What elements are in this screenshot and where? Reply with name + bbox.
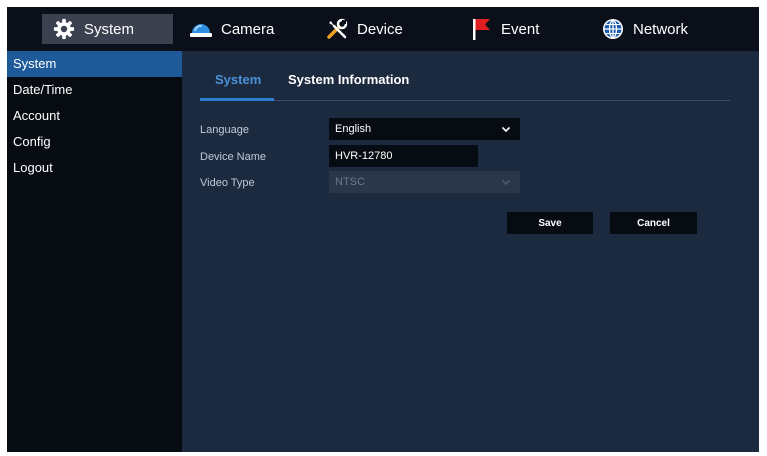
app-window: System Camera Device Event Network Syste… (7, 7, 759, 452)
sidebar-item-account[interactable]: Account (7, 103, 182, 129)
globe-icon (601, 17, 625, 41)
nav-label: Network (633, 20, 689, 38)
tab-system-information[interactable]: System Information (288, 67, 409, 93)
cancel-button[interactable]: Cancel (610, 212, 697, 234)
main-panel: System System Information Language Engli… (182, 51, 759, 452)
chevron-down-icon (500, 176, 512, 188)
language-select[interactable]: English (329, 118, 520, 140)
nav-system[interactable]: System (42, 14, 173, 44)
tools-icon (325, 17, 349, 41)
nav-label: Camera (221, 20, 275, 38)
sidebar-item-config[interactable]: Config (7, 129, 182, 155)
save-button[interactable]: Save (507, 212, 593, 234)
language-label: Language (200, 124, 249, 136)
sidebar-item-system[interactable]: System (7, 51, 182, 77)
tab-system[interactable]: System (215, 67, 261, 93)
nav-label: Device (357, 20, 403, 38)
nav-label: Event (501, 20, 540, 38)
sidebar-item-logout[interactable]: Logout (7, 155, 182, 181)
chevron-down-icon (500, 123, 512, 135)
sidebar: System Date/Time Account Config Logout (7, 51, 182, 452)
nav-label: System (84, 20, 135, 38)
active-tab-indicator (200, 98, 274, 101)
device-name-label: Device Name (200, 151, 267, 163)
nav-device[interactable]: Device (325, 14, 403, 44)
video-type-value: NTSC (335, 176, 365, 188)
tab-divider (200, 100, 730, 101)
video-type-label: Video Type (200, 177, 255, 189)
nav-event[interactable]: Event (469, 14, 539, 44)
top-navigation: System Camera Device Event Network (7, 7, 759, 51)
nav-network[interactable]: Network (601, 14, 688, 44)
video-type-select: NTSC (329, 171, 520, 193)
device-name-value: HVR-12780 (335, 150, 393, 162)
camera-dome-icon (189, 17, 213, 41)
language-value: English (335, 123, 372, 135)
device-name-input[interactable]: HVR-12780 (329, 145, 478, 167)
flag-icon (469, 17, 493, 41)
sidebar-item-date-time[interactable]: Date/Time (7, 77, 182, 103)
gear-icon (52, 17, 76, 41)
nav-camera[interactable]: Camera (189, 14, 274, 44)
